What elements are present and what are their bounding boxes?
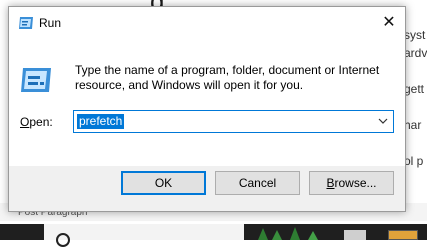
- open-input-value[interactable]: prefetch: [77, 114, 125, 129]
- bg-fragment: [404, 98, 427, 116]
- browse-label-rest: rowse...: [334, 176, 377, 190]
- open-label-rest: pen:: [29, 115, 53, 129]
- dialog-title: Run: [39, 16, 62, 30]
- open-label-accel: O: [20, 115, 30, 129]
- taskbar-button[interactable]: [344, 230, 366, 240]
- bg-fragment: [404, 62, 427, 80]
- browse-button[interactable]: Browse...: [309, 171, 394, 195]
- bg-fragment: [404, 134, 427, 152]
- open-label: Open:: [20, 115, 53, 129]
- dialog-description: Type the name of a program, folder, docu…: [75, 63, 380, 92]
- cancel-button[interactable]: Cancel: [215, 171, 300, 195]
- taskbar-button[interactable]: [388, 230, 418, 240]
- bg-fragment: har: [404, 118, 422, 132]
- title-bar[interactable]: Run ✕: [9, 7, 405, 38]
- run-dialog: Run ✕ Type the name of a program, folder…: [8, 6, 406, 212]
- run-large-icon: [21, 68, 51, 92]
- run-app-icon: [19, 17, 33, 29]
- dialog-body: Type the name of a program, folder, docu…: [9, 38, 405, 166]
- browse-accel: B: [326, 176, 335, 190]
- close-button[interactable]: ✕: [375, 11, 403, 35]
- bg-fragment: ardv: [404, 46, 427, 60]
- bg-fragment: ol p: [404, 154, 424, 168]
- ok-button[interactable]: OK: [121, 171, 206, 195]
- bg-fragment: gett: [404, 82, 425, 96]
- search-icon: [56, 233, 70, 247]
- bg-fragment: syst: [404, 28, 426, 42]
- taskbar-search-box[interactable]: [44, 224, 244, 240]
- chevron-down-icon[interactable]: [377, 115, 389, 127]
- open-combobox[interactable]: prefetch: [73, 110, 394, 133]
- background-right-text: syst ardv gett har ol p: [404, 26, 427, 170]
- taskbar-decoration: [258, 227, 318, 240]
- close-icon: ✕: [382, 14, 396, 31]
